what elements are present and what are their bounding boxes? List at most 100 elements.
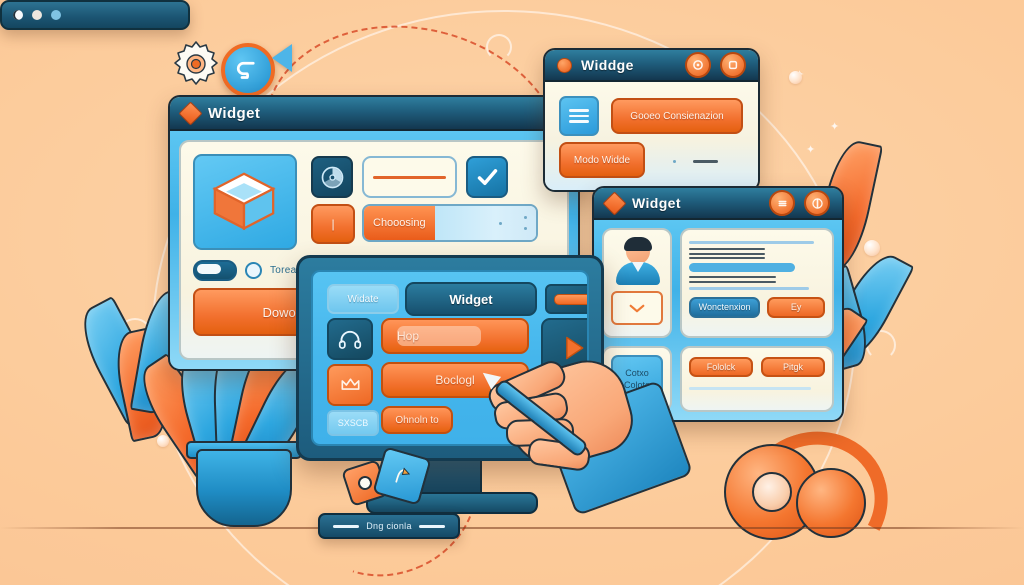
footer-button-row: Fololck Pitgk — [689, 357, 825, 377]
text-line — [689, 280, 777, 283]
widate-tag[interactable]: Widate — [327, 284, 399, 314]
monitor-window-title[interactable]: Widget — [405, 282, 537, 316]
crown-icon — [341, 378, 359, 390]
status-dot-icon — [557, 57, 572, 73]
avatar — [611, 237, 665, 285]
text-line — [689, 276, 777, 278]
text-input-field[interactable] — [362, 156, 457, 198]
widdge-titlebar[interactable]: Widdge — [545, 50, 758, 82]
main-window-title: Widget — [208, 104, 261, 122]
profile-widget-window[interactable]: Widget Wonctenxion Ey Cotxo Colote Folol… — [592, 186, 844, 422]
content-button-row: Wonctenxion Ey — [689, 296, 825, 318]
square-icon — [728, 60, 738, 70]
toggle-knob — [197, 263, 221, 274]
isometric-cube-icon — [211, 170, 277, 234]
avatar-dropdown[interactable] — [611, 291, 663, 325]
orange-strip — [553, 293, 587, 305]
ohnoln-button[interactable]: Ohnoln to — [381, 406, 453, 434]
toggle-switch[interactable] — [193, 260, 237, 281]
divider-dash — [693, 160, 718, 163]
widdge-body: Gooeo Consienazion Modo Widde — [545, 82, 758, 190]
choosing-track[interactable] — [434, 206, 536, 240]
stop-square-button[interactable] — [720, 52, 746, 78]
plant-pot — [196, 449, 292, 527]
drag-handle-pill[interactable]: Dng cionla — [318, 513, 460, 539]
traffic-light-dot[interactable] — [13, 10, 23, 20]
profile-window-title: Widget — [632, 195, 681, 211]
swirl-top — [486, 34, 512, 60]
track-dot — [523, 227, 527, 231]
cube-preview-tile[interactable] — [193, 154, 297, 250]
hamburger-menu-button[interactable] — [769, 190, 795, 216]
play-icon — [566, 336, 584, 360]
choosing-tab-label[interactable]: Chooosing — [364, 206, 435, 240]
gear-icon — [172, 40, 220, 88]
top-orange-strip[interactable] — [545, 284, 587, 314]
flag-cursor-icon — [395, 467, 411, 483]
choosing-selector[interactable]: Chooosing — [362, 204, 538, 242]
checkbox-checked[interactable] — [466, 156, 508, 198]
pause-icon — [811, 197, 823, 209]
bubble-1 — [864, 240, 880, 256]
progress-bar — [689, 263, 796, 272]
pitgk-button[interactable]: Pitgk — [761, 357, 825, 377]
menu-line — [569, 120, 589, 123]
brand-badge-icon[interactable] — [221, 43, 275, 97]
profile-window-titlebar[interactable]: Widget — [594, 188, 842, 220]
primary-action-button[interactable]: Gooeo Consienazion — [611, 98, 743, 134]
sparkle-4: ✦ — [806, 144, 816, 156]
ground-line — [0, 527, 1024, 529]
speaker-cone — [752, 472, 792, 512]
menu-tile-button[interactable] — [559, 96, 599, 136]
widdge-window[interactable]: Widdge Gooeo Consienazion Modo Widde — [543, 48, 760, 192]
menu-line — [569, 114, 589, 118]
sxscb-chip[interactable]: SXSCB — [327, 410, 379, 436]
ey-button[interactable]: Ey — [767, 296, 825, 318]
headphones-icon-button[interactable] — [327, 318, 373, 360]
track-dot — [499, 221, 503, 225]
diamond-icon — [178, 100, 203, 126]
pause-button[interactable] — [804, 190, 830, 216]
footer-panel: Fololck Pitgk — [680, 346, 834, 412]
bubble-4 — [157, 435, 169, 447]
content-panel: Wonctenxion Ey — [680, 228, 834, 338]
drag-dash — [418, 524, 445, 528]
fololck-button[interactable]: Fololck — [689, 357, 753, 377]
fan-icon — [321, 166, 343, 188]
circle-icon — [693, 60, 703, 70]
radio-button[interactable] — [245, 262, 262, 279]
main-window-titlebar[interactable]: Widget — [170, 97, 578, 131]
text-line — [689, 241, 815, 244]
traffic-light-dot[interactable] — [32, 10, 42, 20]
headphones-icon — [338, 330, 362, 349]
tile-label-line1: Cotxo — [625, 367, 649, 378]
text-line — [689, 248, 766, 250]
avatar-hair — [624, 237, 652, 251]
menu-line — [569, 109, 589, 112]
hamburger-icon — [778, 200, 786, 206]
traffic-light-strip-window[interactable] — [0, 0, 190, 30]
hop-input-bar[interactable]: Hop — [381, 318, 529, 354]
secondary-action-button[interactable]: Modo Widde — [559, 142, 645, 178]
record-circle-button[interactable] — [685, 52, 711, 78]
wonctenxion-button[interactable]: Wonctenxion — [689, 296, 761, 318]
check-icon — [477, 168, 497, 185]
crown-icon-button[interactable] — [327, 364, 373, 406]
illustration-scene: ✦ ✦ ✦ ✦ ✦ W — [0, 0, 1024, 585]
text-line — [689, 387, 812, 390]
hop-placeholder: Hop — [397, 329, 420, 343]
track-dot — [523, 216, 527, 220]
text-line — [689, 286, 809, 290]
diamond-icon — [602, 190, 627, 216]
fan-icon-button[interactable] — [311, 156, 353, 198]
chevron-down-icon — [629, 304, 645, 312]
input-rule — [373, 175, 446, 179]
bubble-2 — [789, 71, 802, 84]
traffic-light-dot[interactable] — [51, 10, 61, 20]
widdge-window-title: Widdge — [581, 57, 634, 73]
text-line — [689, 257, 766, 259]
drag-dash — [333, 524, 360, 528]
decor-dot — [673, 160, 676, 163]
cursor-orange-button[interactable]: | — [311, 204, 355, 244]
avatar-panel — [602, 228, 672, 338]
